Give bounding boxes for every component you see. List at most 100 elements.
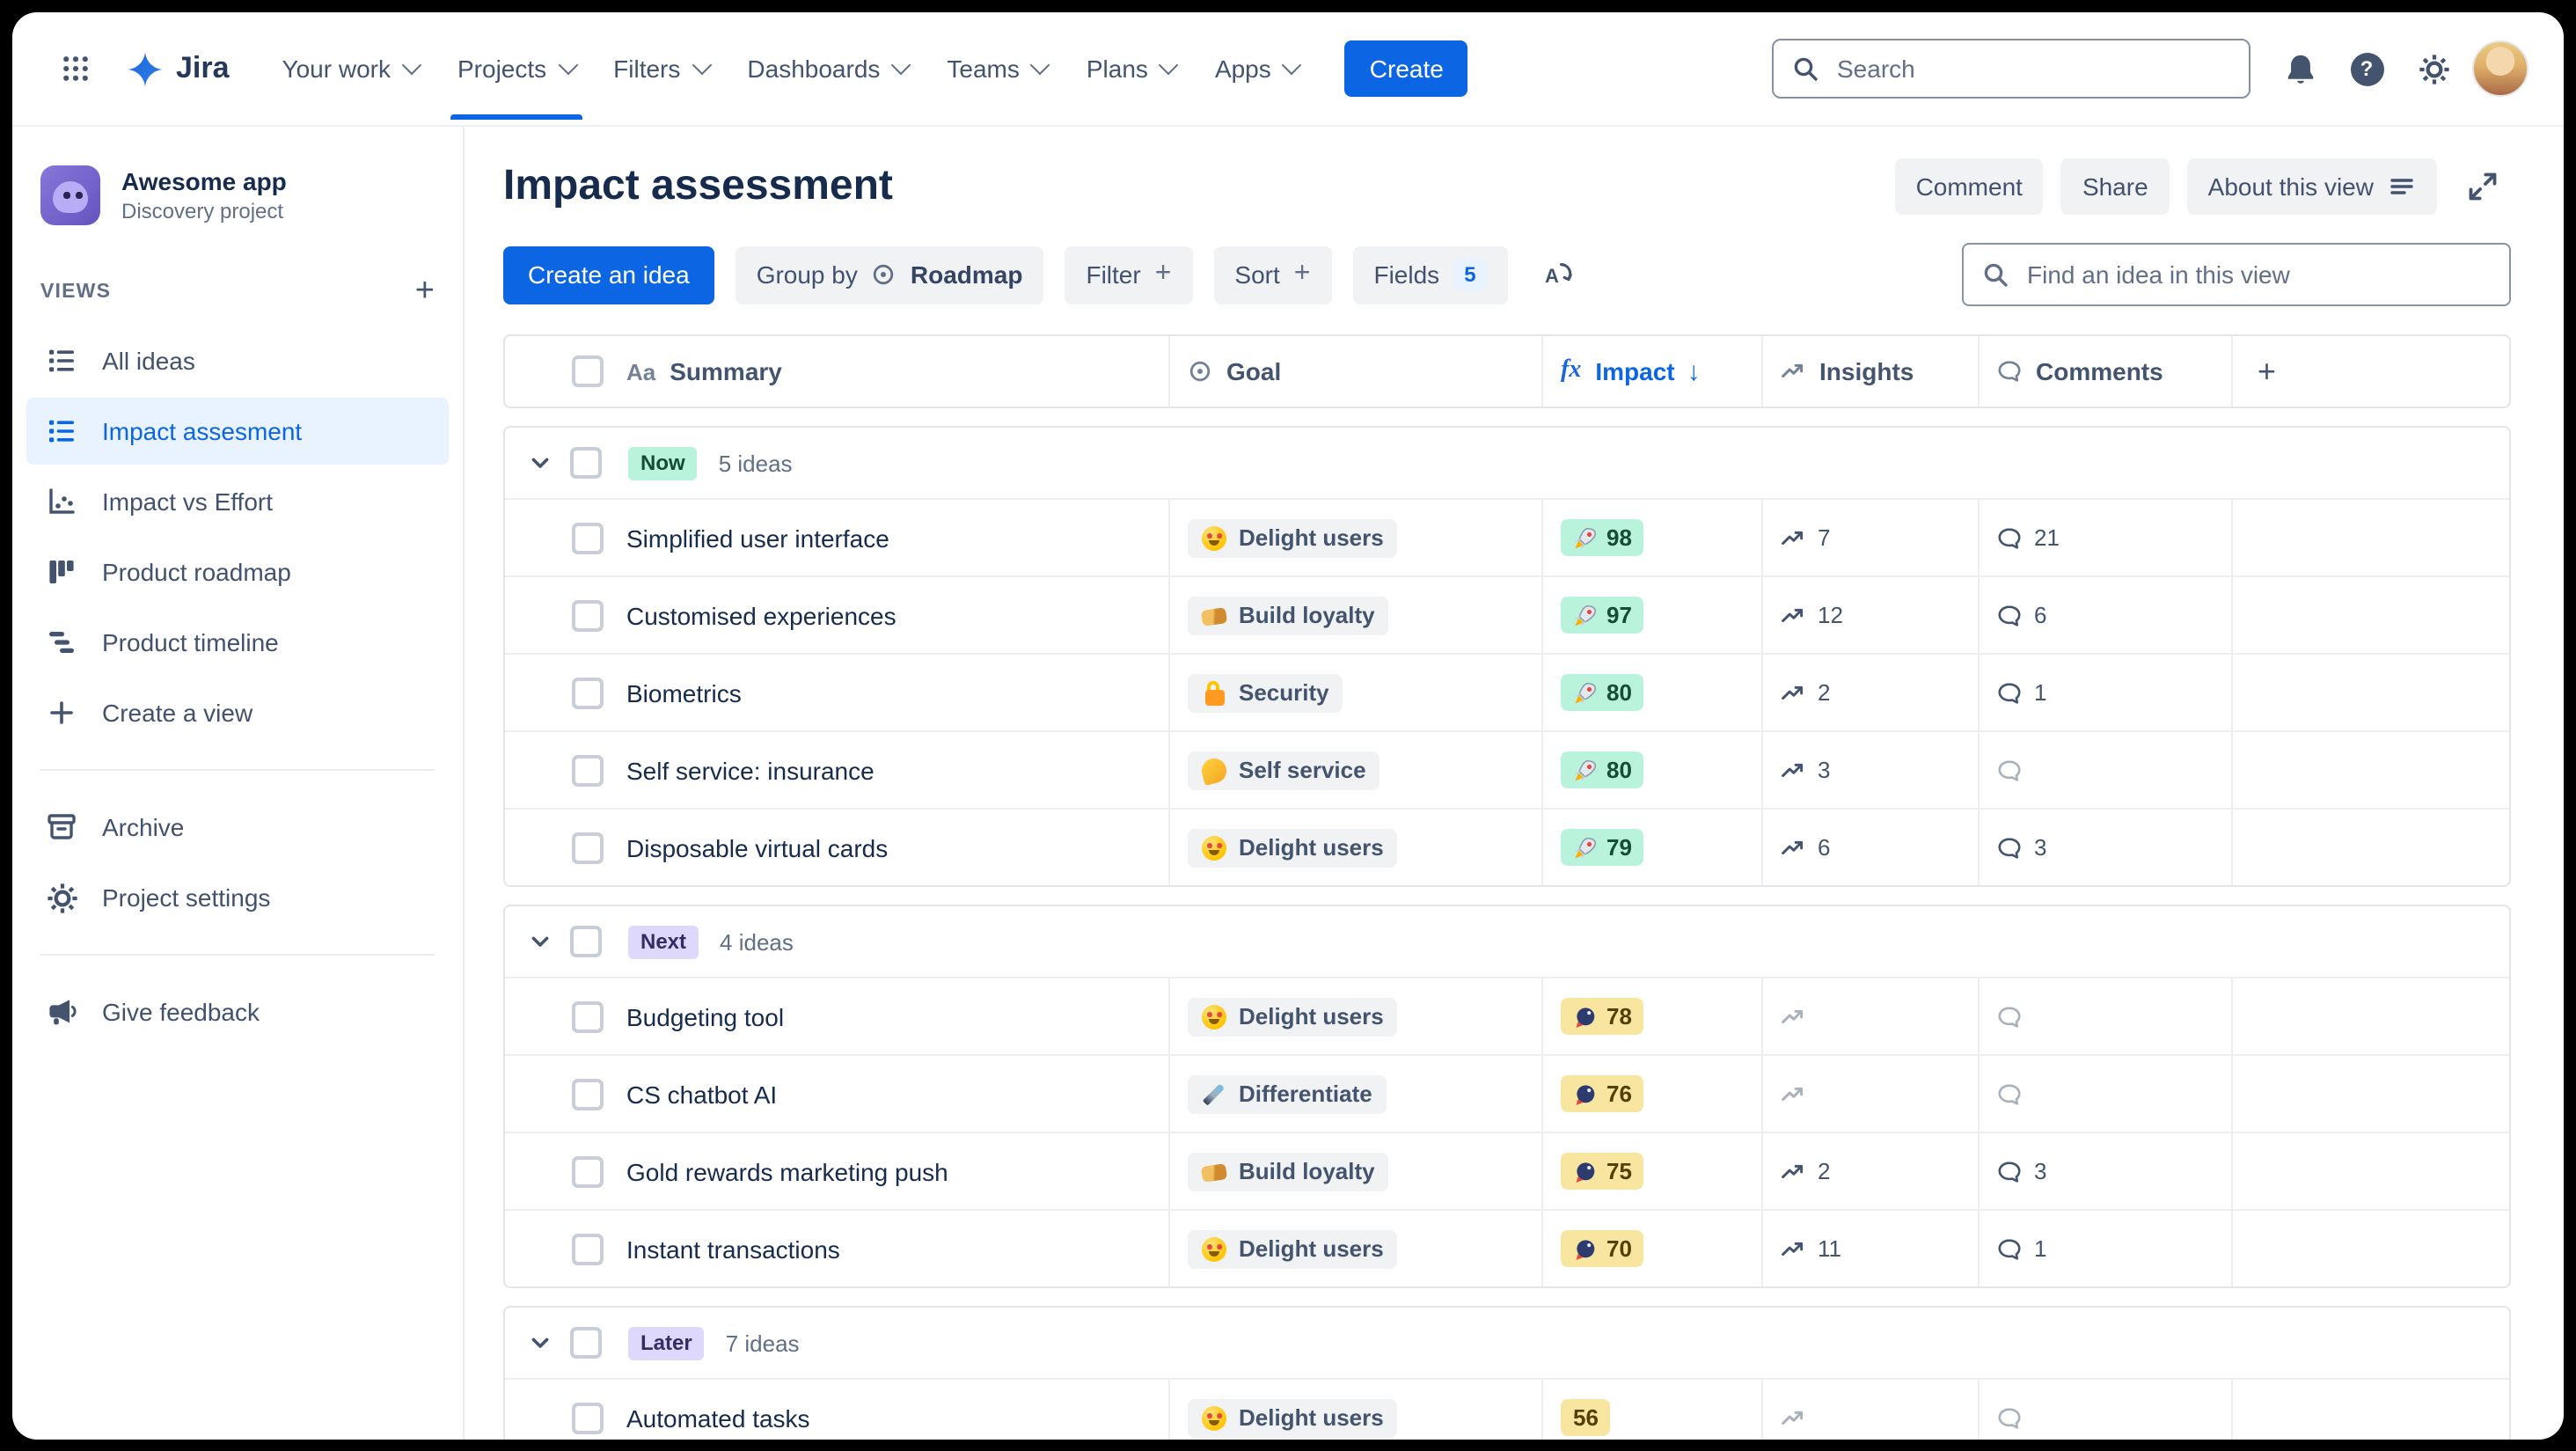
filter-button[interactable]: Filter + (1065, 245, 1193, 304)
impact-score-badge[interactable]: 75 (1561, 1153, 1644, 1190)
user-avatar[interactable] (2472, 40, 2528, 97)
table-row[interactable]: Budgeting tool Delight users 78 (505, 977, 2509, 1054)
idea-summary[interactable]: Biometrics (625, 655, 1170, 730)
find-idea-input[interactable] (2023, 259, 2492, 290)
insights-cell[interactable] (1781, 1004, 1805, 1029)
row-checkbox[interactable] (572, 1155, 604, 1187)
idea-summary[interactable]: Simplified user interface (625, 500, 1170, 575)
insights-cell[interactable]: 12 (1781, 602, 1843, 628)
group-checkbox[interactable] (570, 1327, 602, 1359)
impact-score-badge[interactable]: 80 (1561, 751, 1644, 788)
impact-score-badge[interactable]: 97 (1561, 597, 1644, 634)
collapse-chevron-icon[interactable] (526, 927, 554, 956)
notifications-button[interactable] (2272, 40, 2328, 97)
comments-cell[interactable]: 6 (1997, 602, 2046, 628)
impact-score-badge[interactable]: 78 (1561, 998, 1644, 1035)
nav-apps[interactable]: Apps (1197, 44, 1317, 93)
create-button[interactable]: Create (1344, 40, 1468, 97)
insights-cell[interactable]: 11 (1781, 1235, 1841, 1262)
sidebar-item-impact-vs-effort[interactable]: Impact vs Effort (26, 468, 449, 535)
table-row[interactable]: Instant transactions Delight users 70 11… (505, 1209, 2509, 1286)
idea-summary[interactable]: CS chatbot AI (625, 1056, 1170, 1132)
insights-cell[interactable] (1781, 1405, 1805, 1430)
goal-chip[interactable]: Delight users (1188, 828, 1398, 867)
column-header-summary[interactable]: Aa Summary (625, 336, 1170, 407)
table-row[interactable]: CS chatbot AI Differentiate 76 (505, 1054, 2509, 1132)
create-an-idea-button[interactable]: Create an idea (503, 245, 714, 304)
row-checkbox[interactable] (572, 677, 604, 708)
column-header-goal[interactable]: Goal (1170, 336, 1543, 407)
sidebar-item-impact-assesment[interactable]: Impact assesment (26, 398, 449, 465)
goal-chip[interactable]: Security (1188, 673, 1343, 712)
sidebar-item-project-settings[interactable]: Project settings (26, 864, 449, 931)
global-search[interactable] (1772, 39, 2250, 99)
impact-score-badge[interactable]: 79 (1561, 829, 1644, 866)
comment-button[interactable]: Comment (1894, 158, 2044, 215)
fullscreen-button[interactable] (2455, 158, 2511, 215)
row-checkbox[interactable] (572, 754, 604, 786)
insights-cell[interactable]: 2 (1781, 1158, 1830, 1184)
insights-cell[interactable]: 6 (1781, 834, 1830, 861)
find-idea-search[interactable] (1962, 243, 2511, 306)
row-checkbox[interactable] (572, 1402, 604, 1433)
insights-cell[interactable] (1781, 1081, 1805, 1106)
impact-score-badge[interactable]: 76 (1561, 1075, 1644, 1112)
group-by-button[interactable]: Group by Roadmap (735, 245, 1044, 304)
goal-chip[interactable]: Delight users (1188, 1398, 1398, 1437)
table-row[interactable]: Automated tasks Delight users 56 (505, 1378, 2509, 1439)
sidebar-item-archive[interactable]: Archive (26, 794, 449, 861)
row-checkbox[interactable] (572, 1233, 604, 1264)
comments-cell[interactable] (1997, 758, 2022, 782)
idea-summary[interactable]: Instant transactions (625, 1211, 1170, 1286)
nav-filters[interactable]: Filters (596, 44, 726, 93)
row-checkbox[interactable] (572, 1078, 604, 1110)
idea-summary[interactable]: Budgeting tool (625, 978, 1170, 1054)
fields-button[interactable]: Fields 5 (1352, 245, 1508, 304)
idea-summary[interactable]: Disposable virtual cards (625, 810, 1170, 885)
idea-summary[interactable]: Customised experiences (625, 577, 1170, 653)
goal-chip[interactable]: Delight users (1188, 997, 1398, 1036)
add-column-button[interactable]: + (2250, 353, 2276, 390)
comments-cell[interactable] (1997, 1081, 2022, 1106)
nav-projects[interactable]: Projects (440, 44, 592, 120)
comments-cell[interactable]: 21 (1997, 524, 2060, 551)
table-row[interactable]: Customised experiences Build loyalty 97 … (505, 575, 2509, 653)
collapse-chevron-icon[interactable] (526, 449, 554, 477)
column-header-insights[interactable]: Insights (1763, 336, 1980, 407)
group-checkbox[interactable] (570, 447, 602, 479)
impact-score-badge[interactable]: 70 (1561, 1230, 1644, 1267)
idea-summary[interactable]: Self service: insurance (625, 732, 1170, 808)
group-checkbox[interactable] (570, 926, 602, 957)
global-search-input[interactable] (1833, 53, 2231, 84)
share-button[interactable]: Share (2060, 158, 2170, 215)
goal-chip[interactable]: Build loyalty (1188, 596, 1389, 634)
sidebar-item-all-ideas[interactable]: All ideas (26, 327, 449, 394)
sidebar-item-product-roadmap[interactable]: Product roadmap (26, 539, 449, 605)
nav-your-work[interactable]: Your work (265, 44, 437, 93)
help-button[interactable]: ? (2338, 40, 2395, 97)
nav-plans[interactable]: Plans (1069, 44, 1194, 93)
nav-teams[interactable]: Teams (929, 44, 1065, 93)
goal-chip[interactable]: Differentiate (1188, 1074, 1387, 1113)
table-row[interactable]: Gold rewards marketing push Build loyalt… (505, 1132, 2509, 1209)
idea-summary[interactable]: Automated tasks (625, 1380, 1170, 1439)
jira-logo[interactable]: Jira (125, 48, 230, 89)
comments-cell[interactable]: 3 (1997, 1158, 2046, 1184)
impact-score-badge[interactable]: 56 (1561, 1399, 1611, 1436)
settings-button[interactable] (2405, 40, 2462, 97)
select-all-checkbox[interactable] (572, 355, 604, 387)
insights-cell[interactable]: 7 (1781, 524, 1830, 551)
collapse-chevron-icon[interactable] (526, 1329, 554, 1357)
table-row[interactable]: Simplified user interface Delight users … (505, 498, 2509, 575)
column-header-impact[interactable]: fx Impact ↓ (1543, 336, 1763, 407)
row-checkbox[interactable] (572, 522, 604, 553)
impact-score-badge[interactable]: 80 (1561, 674, 1644, 711)
rank-toggle-button[interactable]: A (1529, 246, 1585, 303)
comments-cell[interactable]: 3 (1997, 834, 2046, 861)
row-checkbox[interactable] (572, 1000, 604, 1032)
insights-cell[interactable]: 3 (1781, 757, 1830, 783)
impact-score-badge[interactable]: 98 (1561, 519, 1644, 556)
nav-dashboards[interactable]: Dashboards (729, 44, 926, 93)
add-view-button[interactable]: + (415, 275, 435, 308)
sort-button[interactable]: Sort + (1213, 245, 1332, 304)
